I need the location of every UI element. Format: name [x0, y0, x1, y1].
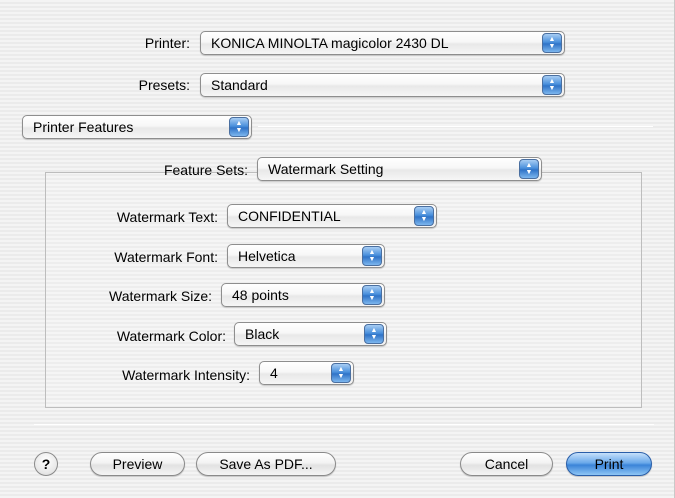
watermark-size-label: Watermark Size:: [109, 288, 212, 304]
updown-arrows-icon: ▲ ▼: [362, 246, 382, 266]
watermark-intensity-popup[interactable]: 4 ▲ ▼: [259, 361, 354, 385]
presets-popup[interactable]: Standard ▲ ▼: [200, 73, 565, 97]
watermark-color-value: Black: [245, 326, 280, 342]
feature-sets-value: Watermark Setting: [268, 161, 384, 177]
save-as-pdf-button[interactable]: Save As PDF...: [196, 452, 336, 476]
watermark-color-label: Watermark Color:: [116, 328, 226, 344]
panel-divider: [258, 126, 653, 127]
watermark-intensity-value: 4: [270, 365, 278, 381]
watermark-color-popup[interactable]: Black ▲ ▼: [234, 322, 387, 346]
bottom-divider: [34, 424, 654, 425]
feature-sets-label: Feature Sets:: [163, 162, 248, 178]
watermark-text-popup[interactable]: CONFIDENTIAL ▲ ▼: [227, 204, 437, 228]
updown-arrows-icon: ▲ ▼: [364, 324, 384, 344]
question-mark-icon: ?: [41, 456, 51, 472]
panel-selector-value: Printer Features: [33, 119, 134, 135]
printer-popup[interactable]: KONICA MINOLTA magicolor 2430 DL ▲ ▼: [200, 31, 565, 55]
updown-arrows-icon: ▲ ▼: [362, 285, 382, 305]
cancel-button[interactable]: Cancel: [460, 452, 553, 476]
presets-label: Presets:: [138, 77, 190, 93]
updown-arrows-icon: ▲ ▼: [331, 363, 351, 383]
updown-arrows-icon: ▲ ▼: [519, 159, 539, 179]
updown-arrows-icon: ▲ ▼: [542, 33, 562, 53]
panel-selector-popup[interactable]: Printer Features ▲ ▼: [22, 115, 252, 139]
updown-arrows-icon: ▲ ▼: [229, 117, 249, 137]
watermark-font-popup[interactable]: Helvetica ▲ ▼: [227, 244, 385, 268]
presets-value: Standard: [211, 77, 268, 93]
printer-label: Printer:: [144, 35, 190, 51]
watermark-text-value: CONFIDENTIAL: [238, 208, 341, 224]
printer-value: KONICA MINOLTA magicolor 2430 DL: [211, 35, 449, 51]
print-button[interactable]: Print: [566, 452, 652, 476]
watermark-text-label: Watermark Text:: [116, 209, 218, 225]
help-button[interactable]: ?: [34, 452, 58, 476]
updown-arrows-icon: ▲ ▼: [414, 206, 434, 226]
watermark-intensity-label: Watermark Intensity:: [122, 367, 250, 383]
watermark-font-value: Helvetica: [238, 248, 296, 264]
watermark-size-value: 48 points: [232, 287, 289, 303]
print-dialog: Printer: KONICA MINOLTA magicolor 2430 D…: [0, 0, 675, 498]
watermark-font-label: Watermark Font:: [114, 249, 218, 265]
watermark-size-popup[interactable]: 48 points ▲ ▼: [221, 283, 385, 307]
updown-arrows-icon: ▲ ▼: [542, 75, 562, 95]
feature-sets-popup[interactable]: Watermark Setting ▲ ▼: [257, 157, 542, 181]
preview-button[interactable]: Preview: [90, 452, 185, 476]
